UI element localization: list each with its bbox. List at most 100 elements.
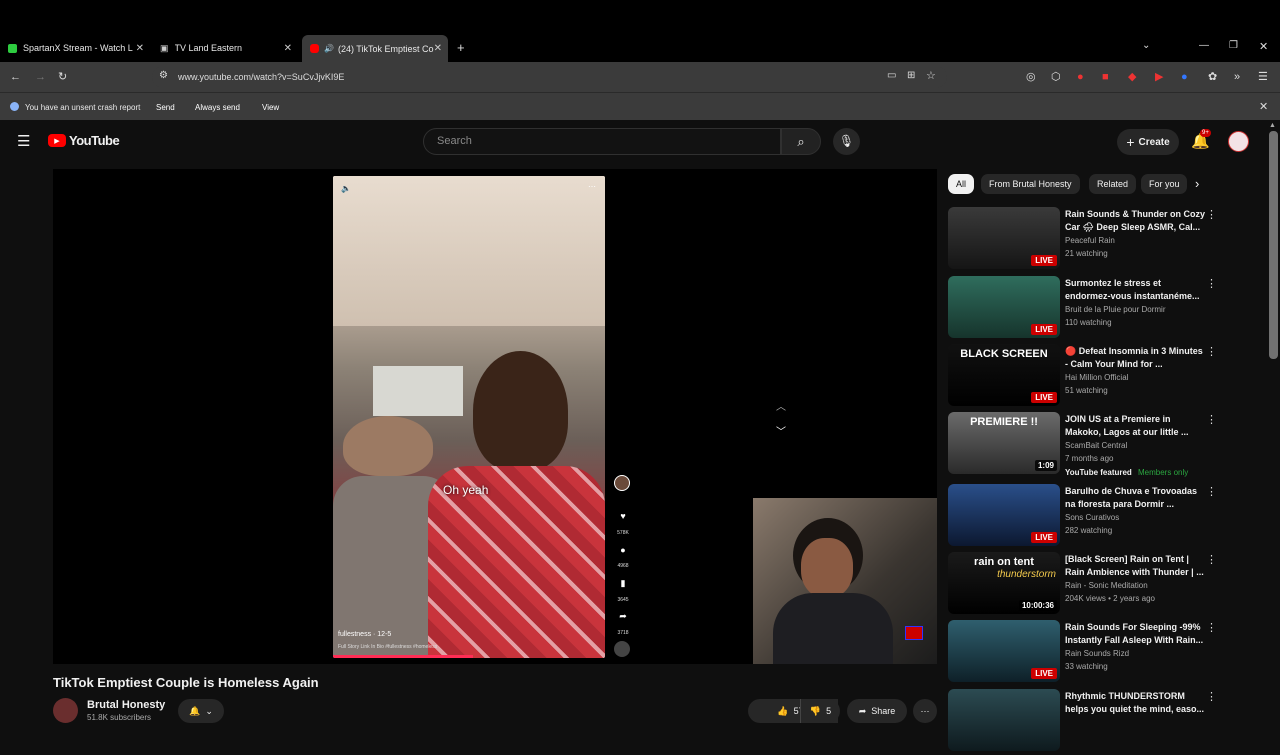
video-thumbnail[interactable]: LIVE <box>948 484 1060 546</box>
more-dots-icon[interactable]: ⋯ <box>588 182 596 191</box>
channel-name[interactable]: Brutal Honesty <box>87 699 165 711</box>
recommendation-item[interactable]: LIVE Surmontez le stress et endormez-vous… <box>948 276 1266 342</box>
chevron-right-icon[interactable]: › <box>1195 176 1199 191</box>
close-icon[interactable]: ✕ <box>136 43 144 54</box>
minimize-button[interactable]: — <box>1199 40 1209 51</box>
mute-icon[interactable]: 🔈 <box>341 184 351 193</box>
video-thumbnail[interactable]: BLACK SCREEN LIVE <box>948 344 1060 406</box>
recommendation-channel[interactable]: Bruit de la Pluie pour Dormir <box>1065 305 1165 314</box>
kebab-menu-icon[interactable]: ⋮ <box>1206 621 1217 634</box>
video-thumbnail[interactable]: PREMIERE !! 1:09 <box>948 412 1060 474</box>
heart-icon: ♥ <box>620 511 626 521</box>
notifications-button[interactable]: 🔔 9+ <box>1191 129 1211 150</box>
cast-icon[interactable]: ▭ <box>887 70 896 81</box>
extension-icon[interactable]: ◆ <box>1128 69 1136 85</box>
extension-icon[interactable]: ◎ <box>1026 69 1036 85</box>
share-button[interactable]: ➦ Share <box>847 699 907 723</box>
video-frame[interactable]: 🔈 ⋯ fullestness · 12-5 Full Story Link I… <box>333 176 605 658</box>
recommendation-item[interactable]: LIVE Rain Sounds & Thunder on Cozy Car 🌧 … <box>948 207 1266 273</box>
create-button[interactable]: + Create <box>1117 129 1179 155</box>
reload-icon[interactable]: ↻ <box>58 69 67 85</box>
restore-button[interactable]: ❐ <box>1229 40 1238 51</box>
extension-icon[interactable]: ⬡ <box>1051 69 1061 85</box>
recommendation-item[interactable]: LIVE Rain Sounds For Sleeping -99% Instan… <box>948 620 1266 686</box>
new-tab-button[interactable]: + <box>457 40 465 55</box>
video-thumbnail[interactable] <box>948 689 1060 751</box>
extension-icon[interactable]: ● <box>1181 69 1188 85</box>
recommendation-title[interactable]: 🔴 Defeat Insomnia in 3 Minutes - Calm Yo… <box>1065 345 1205 371</box>
scroll-up-icon[interactable]: ▲ <box>1269 122 1276 129</box>
view-button[interactable]: View <box>258 100 283 115</box>
kebab-menu-icon[interactable]: ⋮ <box>1206 208 1217 221</box>
extension-icon[interactable]: ✿ <box>1208 69 1217 85</box>
window-close-button[interactable]: ✕ <box>1259 40 1268 53</box>
channel-avatar[interactable] <box>53 698 78 723</box>
recommendation-title[interactable]: JOIN US at a Premiere in Makoko, Lagos a… <box>1065 413 1205 439</box>
recommendation-item[interactable]: LIVE Barulho de Chuva e Trovoadas na flor… <box>948 484 1266 550</box>
recommendation-title[interactable]: Rain Sounds & Thunder on Cozy Car 🌧 Deep… <box>1065 208 1205 234</box>
chip-from-channel[interactable]: From Brutal Honesty <box>981 174 1080 194</box>
kebab-menu-icon[interactable]: ⋮ <box>1206 277 1217 290</box>
recommendation-channel[interactable]: Peaceful Rain <box>1065 236 1115 245</box>
back-arrow-icon[interactable]: ← <box>10 69 21 85</box>
site-info-icon[interactable]: ⚙ <box>159 70 168 81</box>
chevron-down-icon[interactable]: ⌄ <box>1142 40 1150 51</box>
recommendation-title[interactable]: Surmontez le stress et endormez-vous ins… <box>1065 277 1205 303</box>
video-thumbnail[interactable]: rain on tent thunderstorm 10:00:36 <box>948 552 1060 614</box>
send-button[interactable]: Send <box>152 100 179 115</box>
kebab-menu-icon[interactable]: ⋮ <box>1206 553 1217 566</box>
avatar[interactable] <box>1228 131 1249 152</box>
recommendation-title[interactable]: Rhythmic THUNDERSTORM helps you quiet th… <box>1065 690 1205 716</box>
recommendation-title[interactable]: Barulho de Chuva e Trovoadas na floresta… <box>1065 485 1205 511</box>
search-button[interactable]: ⌕ <box>781 128 821 155</box>
recommendation-item[interactable]: PREMIERE !! 1:09 JOIN US at a Premiere in … <box>948 412 1266 478</box>
voice-search-button[interactable]: 🎙 <box>833 128 860 155</box>
recommendation-title[interactable]: [Black Screen] Rain on Tent | Rain Ambie… <box>1065 553 1205 579</box>
scrollbar[interactable] <box>1269 131 1278 359</box>
address-bar[interactable]: ⚙ www.youtube.com/watch?v=SuCvJjvKI9E ▭ … <box>152 66 947 88</box>
tab-spartanx[interactable]: SpartanX Stream - Watch Live o ✕ <box>0 37 150 59</box>
chip-all[interactable]: All <box>948 174 975 194</box>
youtube-logo[interactable]: ▶ YouTube <box>48 133 120 148</box>
kebab-menu-icon[interactable]: ⋮ <box>1206 413 1217 426</box>
kebab-menu-icon[interactable]: ⋮ <box>1206 345 1217 358</box>
recommendation-title[interactable]: Rain Sounds For Sleeping -99% Instantly … <box>1065 621 1205 647</box>
hamburger-menu-icon[interactable]: ☰ <box>17 132 30 150</box>
extension-icon[interactable]: ● <box>1077 69 1084 85</box>
recommendation-channel[interactable]: ScamBait Central <box>1065 441 1127 450</box>
chevron-up-icon[interactable]: ︿ <box>776 398 786 413</box>
extension-icon[interactable]: ■ <box>1102 69 1109 85</box>
recommendation-channel[interactable]: Hai Million Official <box>1065 373 1128 382</box>
recommendation-channel[interactable]: Sons Curativos <box>1065 513 1119 522</box>
search-input[interactable]: Search <box>423 128 781 155</box>
chip-for-you[interactable]: For you <box>1141 174 1187 194</box>
forward-arrow-icon[interactable]: → <box>35 69 46 85</box>
recommendation-item[interactable]: Rhythmic THUNDERSTORM helps you quiet th… <box>948 689 1266 755</box>
close-icon[interactable]: ✕ <box>1259 100 1268 113</box>
recommendation-channel[interactable]: Rain - Sonic Meditation <box>1065 581 1148 590</box>
recommendation-channel[interactable]: Rain Sounds Rizd <box>1065 649 1129 658</box>
tab-tv-land[interactable]: ▣ TV Land Eastern ✕ <box>152 37 298 59</box>
recommendation-item[interactable]: rain on tent thunderstorm 10:00:36 [Black S… <box>948 552 1266 618</box>
more-actions-button[interactable]: ⋯ <box>913 699 937 723</box>
video-player[interactable]: 🔈 ⋯ fullestness · 12-5 Full Story Link I… <box>53 169 937 664</box>
install-icon[interactable]: ⊞ <box>907 70 915 81</box>
tab-youtube[interactable]: 🔊 (24) TikTok Emptiest Couple ✕ <box>302 35 448 62</box>
kebab-menu-icon[interactable]: ⋮ <box>1206 690 1217 703</box>
kebab-menu-icon[interactable]: ⋮ <box>1206 485 1217 498</box>
close-icon[interactable]: ✕ <box>284 43 292 54</box>
always-send-button[interactable]: Always send <box>191 100 244 115</box>
chip-related[interactable]: Related <box>1089 174 1137 194</box>
video-thumbnail[interactable]: LIVE <box>948 620 1060 682</box>
video-thumbnail[interactable]: LIVE <box>948 276 1060 338</box>
subscribed-bell-button[interactable]: 🔔 ⌄ <box>178 699 224 723</box>
menu-icon[interactable]: ☰ <box>1258 69 1268 85</box>
recommendation-item[interactable]: BLACK SCREEN LIVE 🔴 Defeat Insomnia in 3 M… <box>948 344 1266 410</box>
chevron-down-icon[interactable]: ﹀ <box>776 423 786 438</box>
more-chevron-icon[interactable]: » <box>1234 69 1240 85</box>
dislike-button[interactable]: 👎 5 <box>800 699 840 723</box>
bookmark-star-icon[interactable]: ☆ <box>926 69 936 82</box>
close-icon[interactable]: ✕ <box>434 43 442 54</box>
video-thumbnail[interactable]: LIVE <box>948 207 1060 269</box>
extension-icon[interactable]: ▶ <box>1155 69 1163 85</box>
